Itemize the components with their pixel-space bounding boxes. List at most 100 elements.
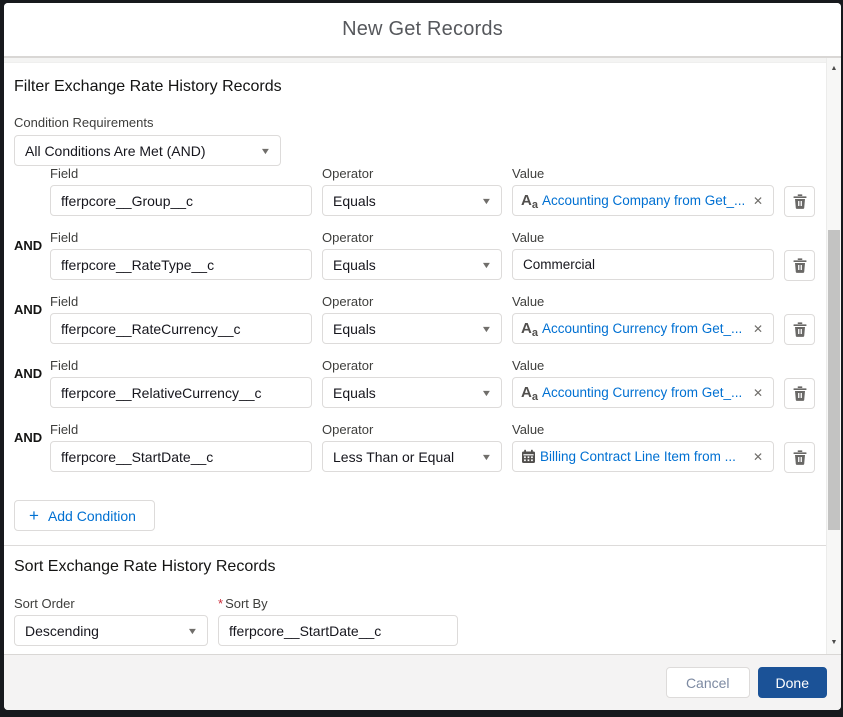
calendar-icon: [519, 449, 536, 464]
conditions-list: Field fferpcore__Group__c Operator Equal…: [14, 166, 816, 473]
chevron-down-icon: ▼: [480, 259, 493, 270]
condition-requirements-select[interactable]: All Conditions Are Met (AND) ▼: [14, 135, 281, 166]
operator-column-label: Operator: [322, 358, 374, 373]
sort-by-input[interactable]: fferpcore__StartDate__c: [218, 615, 458, 646]
condition-and-label: AND: [14, 302, 43, 317]
sort-section-title: Sort Exchange Rate History Records: [14, 558, 276, 575]
and-column: AND: [14, 230, 50, 255]
close-icon: ✕: [752, 449, 763, 464]
remove-value-button[interactable]: ✕: [751, 321, 765, 337]
modal-footer: Cancel Done: [4, 654, 841, 710]
operator-select[interactable]: Equals ▼: [322, 185, 502, 216]
field-input[interactable]: fferpcore__RelativeCurrency__c: [50, 377, 312, 408]
operator-column-label: Operator: [322, 422, 374, 437]
operator-select[interactable]: Less Than or Equal ▼: [322, 441, 502, 472]
modal-title: New Get Records: [342, 18, 503, 40]
sort-labels-row: Sort Order * Sort By: [14, 596, 816, 611]
field-input[interactable]: fferpcore__Group__c: [50, 185, 312, 216]
scroll-up-arrow[interactable]: ▲: [827, 62, 841, 76]
filter-section-title: Filter Exchange Rate History Records: [14, 78, 282, 95]
condition-and-label: AND: [14, 430, 43, 445]
text-type-icon: Aa: [521, 191, 538, 211]
delete-condition-button[interactable]: [784, 250, 815, 281]
remove-value-button[interactable]: ✕: [751, 385, 765, 401]
operator-select[interactable]: Equals ▼: [322, 249, 502, 280]
add-condition-button[interactable]: + Add Condition: [14, 500, 155, 531]
delete-condition-button[interactable]: [784, 442, 815, 473]
field-column-label: Field: [50, 294, 79, 309]
condition-row: Field fferpcore__Group__c Operator Equal…: [14, 166, 816, 217]
section-divider: [4, 545, 826, 546]
text-type-icon: Aa: [521, 319, 538, 339]
close-icon: ✕: [752, 385, 763, 400]
field-input[interactable]: fferpcore__StartDate__c: [50, 441, 312, 472]
and-column: [14, 166, 50, 173]
field-value: fferpcore__RateType__c: [61, 256, 215, 273]
condition-row: AND Field fferpcore__RateCurrency__c Ope…: [14, 294, 816, 345]
sort-order-select[interactable]: Descending ▼: [14, 615, 208, 646]
scrollbar-thumb[interactable]: [828, 230, 840, 530]
value-column-label: Value: [512, 422, 545, 437]
condition-row: AND Field fferpcore__RelativeCurrency__c…: [14, 358, 816, 409]
value-column-label: Value: [512, 166, 545, 181]
value-input[interactable]: Aa Billing Contract Line Item from ...: [512, 441, 774, 472]
done-button[interactable]: Done: [757, 667, 827, 698]
cancel-button[interactable]: Cancel: [665, 667, 750, 698]
chevron-down-icon: ▼: [480, 323, 493, 334]
field-input[interactable]: fferpcore__RateType__c: [50, 249, 312, 280]
trash-icon: [793, 258, 807, 273]
operator-value: Equals: [333, 384, 376, 401]
condition-and-label: AND: [14, 366, 43, 381]
operator-select[interactable]: Equals ▼: [322, 313, 502, 344]
modal-body: Filter Exchange Rate History Records Con…: [4, 58, 841, 654]
value-input[interactable]: Aa Accounting Company from Get_... ✕: [512, 185, 774, 216]
condition-row: AND Field fferpcore__StartDate__c Operat…: [14, 422, 816, 473]
close-icon: ✕: [752, 321, 763, 336]
field-value: fferpcore__Group__c: [61, 192, 194, 209]
trash-icon: [793, 194, 807, 209]
sort-by-value: fferpcore__StartDate__c: [229, 622, 382, 639]
trash-icon: [793, 386, 807, 401]
value-input[interactable]: Aa Accounting Currency from Get_... ✕: [512, 313, 774, 344]
value-column-label: Value: [512, 294, 545, 309]
condition-and-label: AND: [14, 238, 43, 253]
sort-order-value: Descending: [25, 622, 99, 639]
delete-condition-button[interactable]: [784, 378, 815, 409]
value-column-label: Value: [512, 358, 545, 373]
value-text: Accounting Currency from Get_...: [541, 321, 743, 336]
field-column-label: Field: [50, 230, 79, 245]
sort-order-label: Sort Order: [14, 596, 75, 611]
trash-icon: [793, 322, 807, 337]
field-input[interactable]: fferpcore__RateCurrency__c: [50, 313, 312, 344]
scroll-down-arrow[interactable]: ▼: [827, 636, 841, 650]
header-recess-strip: [4, 58, 841, 63]
value-input[interactable]: Aa Accounting Currency from Get_... ✕: [512, 377, 774, 408]
operator-select[interactable]: Equals ▼: [322, 377, 502, 408]
value-text: Billing Contract Line Item from ...: [540, 449, 736, 464]
vertical-scrollbar[interactable]: ▲ ▼: [826, 58, 841, 654]
operator-column-label: Operator: [322, 166, 374, 181]
field-column-label: Field: [50, 358, 79, 373]
delete-condition-button[interactable]: [784, 186, 815, 217]
trash-icon: [793, 450, 807, 465]
remove-value-button[interactable]: ✕: [751, 449, 765, 465]
operator-value: Less Than or Equal: [333, 448, 455, 465]
chevron-down-icon: ▼: [480, 195, 493, 206]
operator-value: Equals: [333, 320, 376, 337]
chevron-down-icon: ▼: [186, 625, 199, 636]
value-text: Commercial: [523, 257, 596, 272]
operator-value: Equals: [333, 192, 376, 209]
sort-inputs-row: Descending ▼ fferpcore__StartDate__c: [14, 615, 816, 646]
chevron-down-icon: ▼: [259, 145, 272, 156]
modal-header: New Get Records: [4, 3, 841, 58]
new-get-records-modal: New Get Records Filter Exchange Rate His…: [4, 3, 841, 710]
field-value: fferpcore__RelativeCurrency__c: [61, 384, 262, 401]
remove-value-button[interactable]: ✕: [751, 193, 765, 209]
value-input[interactable]: Aa Commercial ✕: [512, 249, 774, 280]
value-text: Accounting Company from Get_...: [541, 193, 745, 208]
delete-condition-button[interactable]: [784, 314, 815, 345]
operator-value: Equals: [333, 256, 376, 273]
field-value: fferpcore__StartDate__c: [61, 448, 214, 465]
field-column-label: Field: [50, 166, 79, 181]
field-value: fferpcore__RateCurrency__c: [61, 320, 241, 337]
